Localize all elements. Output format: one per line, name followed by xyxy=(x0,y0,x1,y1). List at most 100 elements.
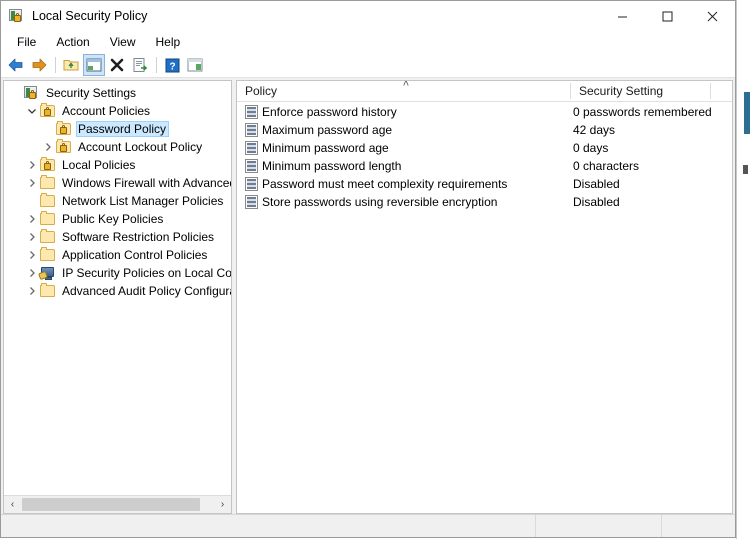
folder-lock-icon xyxy=(40,157,56,173)
policy-name-label: Maximum password age xyxy=(262,123,393,137)
tree-node-network-list-manager-policies[interactable]: Network List Manager Policies xyxy=(4,192,231,210)
security-settings-tree[interactable]: Security Settings Account Policies Passwor… xyxy=(4,81,231,495)
security-setting-cell: Disabled xyxy=(573,195,620,209)
folder-icon xyxy=(40,283,56,299)
chevron-right-icon[interactable] xyxy=(40,138,56,156)
sort-ascending-icon: ˄ xyxy=(402,80,410,90)
policy-list-pane: Policy ˄ Security Setting Enforce passwo… xyxy=(236,80,733,514)
properties-button[interactable] xyxy=(184,54,206,76)
folder-lock-icon xyxy=(56,139,72,155)
help-button[interactable]: ? xyxy=(161,54,183,76)
chevron-right-icon[interactable] xyxy=(24,210,40,228)
chevron-right-icon[interactable] xyxy=(24,246,40,264)
tree-node-label: Password Policy xyxy=(76,121,170,137)
back-button[interactable] xyxy=(5,54,27,76)
policy-name-label: Password must meet complexity requiremen… xyxy=(262,177,508,191)
chevron-right-icon[interactable] xyxy=(24,282,40,300)
tree-node-software-restriction-policies[interactable]: Software Restriction Policies xyxy=(4,228,231,246)
chevron-right-icon[interactable] xyxy=(24,156,40,174)
table-row[interactable]: Password must meet complexity requiremen… xyxy=(237,175,732,193)
maximize-button[interactable] xyxy=(645,1,690,31)
security-console-icon xyxy=(24,85,40,101)
menu-bar: File Action View Help xyxy=(1,31,735,53)
scroll-thumb[interactable] xyxy=(22,498,200,511)
tree-node-security-settings[interactable]: Security Settings xyxy=(4,84,231,102)
chevron-right-icon[interactable] xyxy=(24,228,40,246)
background-desktop-sliver xyxy=(736,0,750,539)
close-icon xyxy=(707,11,718,21)
security-setting-cell: 0 passwords remembered xyxy=(573,105,712,119)
menu-file[interactable]: File xyxy=(7,33,46,51)
policy-name-cell: Minimum password length xyxy=(237,159,571,173)
tree-node-label: Network List Manager Policies xyxy=(62,194,224,208)
folder-up-icon xyxy=(63,60,79,71)
policy-rows[interactable]: Enforce password history 0 passwords reme… xyxy=(237,102,732,513)
policy-name-label: Enforce password history xyxy=(262,105,397,119)
window-controls xyxy=(600,1,735,31)
forward-button[interactable] xyxy=(28,54,50,76)
column-header-policy-label: Policy xyxy=(245,84,278,98)
security-setting-cell: 42 days xyxy=(573,123,616,137)
status-segment-1 xyxy=(1,515,536,537)
menu-help[interactable]: Help xyxy=(146,33,191,51)
content-area: Security Settings Account Policies Passwor… xyxy=(1,78,735,514)
table-row[interactable]: Enforce password history 0 passwords reme… xyxy=(237,103,732,121)
tree-node-label: Security Settings xyxy=(46,86,137,100)
folder-icon xyxy=(40,193,56,209)
minimize-icon xyxy=(618,16,627,17)
table-row[interactable]: Minimum password age 0 days xyxy=(237,139,732,157)
right-arrow-icon xyxy=(32,58,47,72)
table-row[interactable]: Minimum password length 0 characters xyxy=(237,157,732,175)
question-mark-icon: ? xyxy=(165,58,179,72)
close-button[interactable] xyxy=(690,1,735,31)
menu-view[interactable]: View xyxy=(100,33,146,51)
table-row[interactable]: Store passwords using reversible encrypt… xyxy=(237,193,732,211)
title-bar: Local Security Policy xyxy=(1,1,735,31)
background-mark xyxy=(743,165,748,174)
tree-node-ip-security-policies-on-local-compute[interactable]: IP Security Policies on Local Compute xyxy=(4,264,231,282)
console-tree-pane: Security Settings Account Policies Passwor… xyxy=(3,80,232,514)
tree-node-label: Account Policies xyxy=(62,104,151,118)
chevron-right-icon[interactable] xyxy=(24,174,40,192)
tree-node-application-control-policies[interactable]: Application Control Policies xyxy=(4,246,231,264)
security-setting-cell: 0 days xyxy=(573,141,609,155)
scroll-right-arrow[interactable]: › xyxy=(214,496,231,513)
svg-text:?: ? xyxy=(169,61,175,72)
tree-node-account-policies[interactable]: Account Policies xyxy=(4,102,231,120)
left-arrow-icon xyxy=(8,58,23,72)
show-hide-tree-button[interactable] xyxy=(83,54,105,76)
tree-node-advanced-audit-policy-configuration[interactable]: Advanced Audit Policy Configuration xyxy=(4,282,231,300)
up-one-level-button[interactable] xyxy=(60,54,82,76)
policy-name-label: Minimum password length xyxy=(262,159,402,173)
menu-action[interactable]: Action xyxy=(46,33,99,51)
policy-name-cell: Store passwords using reversible encrypt… xyxy=(237,195,571,209)
minimize-button[interactable] xyxy=(600,1,645,31)
tree-horizontal-scrollbar[interactable]: ‹ › xyxy=(4,495,231,513)
policy-name-label: Minimum password age xyxy=(262,141,389,155)
security-console-icon xyxy=(9,8,25,24)
scroll-left-arrow[interactable]: ‹ xyxy=(4,496,21,513)
tree-node-windows-firewall-with-advanced-secu[interactable]: Windows Firewall with Advanced Secu xyxy=(4,174,231,192)
column-header-security-setting[interactable]: Security Setting xyxy=(571,81,711,101)
table-row[interactable]: Maximum password age 42 days xyxy=(237,121,732,139)
chevron-down-icon[interactable] xyxy=(24,102,40,120)
folder-icon xyxy=(40,247,56,263)
scroll-track[interactable] xyxy=(21,496,214,513)
column-divider-2[interactable] xyxy=(710,83,711,99)
policy-name-cell: Minimum password age xyxy=(237,141,571,155)
tree-node-public-key-policies[interactable]: Public Key Policies xyxy=(4,210,231,228)
toolbar-separator-2 xyxy=(156,57,157,73)
tree-node-account-lockout-policy[interactable]: Account Lockout Policy xyxy=(4,138,231,156)
column-header-security-setting-label: Security Setting xyxy=(579,84,664,98)
tree-node-local-policies[interactable]: Local Policies xyxy=(4,156,231,174)
policy-setting-icon xyxy=(245,123,259,137)
tree-node-password-policy[interactable]: Password Policy xyxy=(4,120,231,138)
properties-icon xyxy=(187,58,203,72)
export-icon xyxy=(133,58,148,72)
column-header-policy[interactable]: Policy ˄ xyxy=(237,81,571,101)
delete-button[interactable] xyxy=(106,54,128,76)
tree-node-label: IP Security Policies on Local Compute xyxy=(62,266,231,280)
export-list-button[interactable] xyxy=(129,54,151,76)
